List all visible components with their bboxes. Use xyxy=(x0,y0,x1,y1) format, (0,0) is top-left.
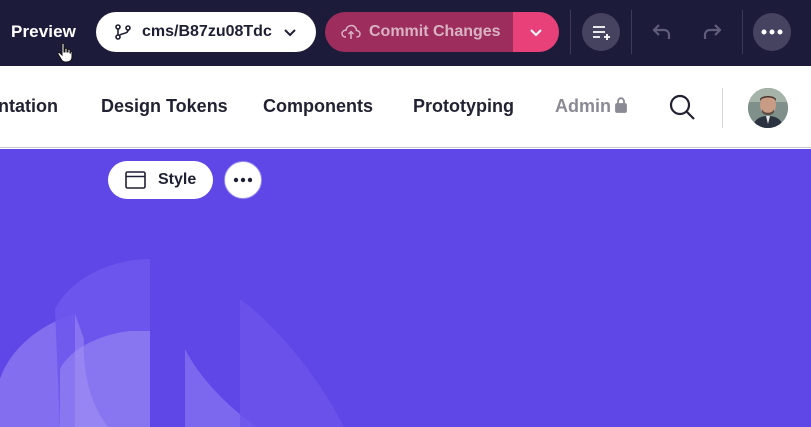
commit-options-dropdown[interactable] xyxy=(513,12,559,52)
more-dots-icon xyxy=(233,177,253,183)
more-dots-icon xyxy=(761,29,783,35)
nav-item-design-tokens[interactable]: Design Tokens xyxy=(101,96,228,117)
chevron-down-icon xyxy=(284,29,296,37)
toolbar-divider xyxy=(742,10,743,54)
nav-item-components[interactable]: Components xyxy=(263,96,373,117)
commit-changes-button[interactable]: Commit Changes xyxy=(325,12,513,52)
undo-icon[interactable] xyxy=(650,20,674,44)
window-icon xyxy=(125,171,146,189)
commit-changes-group: Commit Changes xyxy=(325,12,559,52)
main-nav: ntation Design Tokens Components Prototy… xyxy=(0,66,811,148)
nav-item-admin-label: Admin xyxy=(555,96,611,116)
hero-section: Style xyxy=(0,149,811,427)
chevron-down-icon xyxy=(530,29,542,37)
style-button[interactable]: Style xyxy=(108,161,213,199)
toolbar-divider xyxy=(631,10,632,54)
nav-divider xyxy=(722,88,723,128)
style-label: Style xyxy=(158,171,197,188)
task-list-icon xyxy=(593,26,610,40)
hero-decorative-logo xyxy=(0,259,344,427)
user-avatar[interactable] xyxy=(748,88,788,128)
lock-icon xyxy=(615,97,627,113)
branch-selector[interactable]: cms/B87zu08Tdc xyxy=(96,12,316,52)
top-toolbar: Preview cms/B87zu08Tdc Commit Changes xyxy=(0,0,811,66)
git-branch-icon xyxy=(115,24,131,40)
cursor-hand-icon xyxy=(57,43,73,63)
task-list-button[interactable] xyxy=(582,13,620,51)
redo-icon[interactable] xyxy=(700,20,724,44)
search-icon[interactable] xyxy=(668,93,696,121)
cloud-upload-icon xyxy=(341,24,361,39)
toolbar-divider xyxy=(570,10,571,54)
more-options-button[interactable] xyxy=(753,13,791,51)
nav-item-prototyping[interactable]: Prototyping xyxy=(413,96,514,117)
avatar-image xyxy=(748,88,788,128)
preview-button[interactable]: Preview xyxy=(11,22,76,42)
branch-name: cms/B87zu08Tdc xyxy=(142,23,272,40)
nav-item-documentation[interactable]: ntation xyxy=(0,96,58,117)
hero-more-button[interactable] xyxy=(224,161,262,199)
nav-item-admin[interactable]: Admin xyxy=(555,96,627,117)
commit-label: Commit Changes xyxy=(369,23,501,40)
